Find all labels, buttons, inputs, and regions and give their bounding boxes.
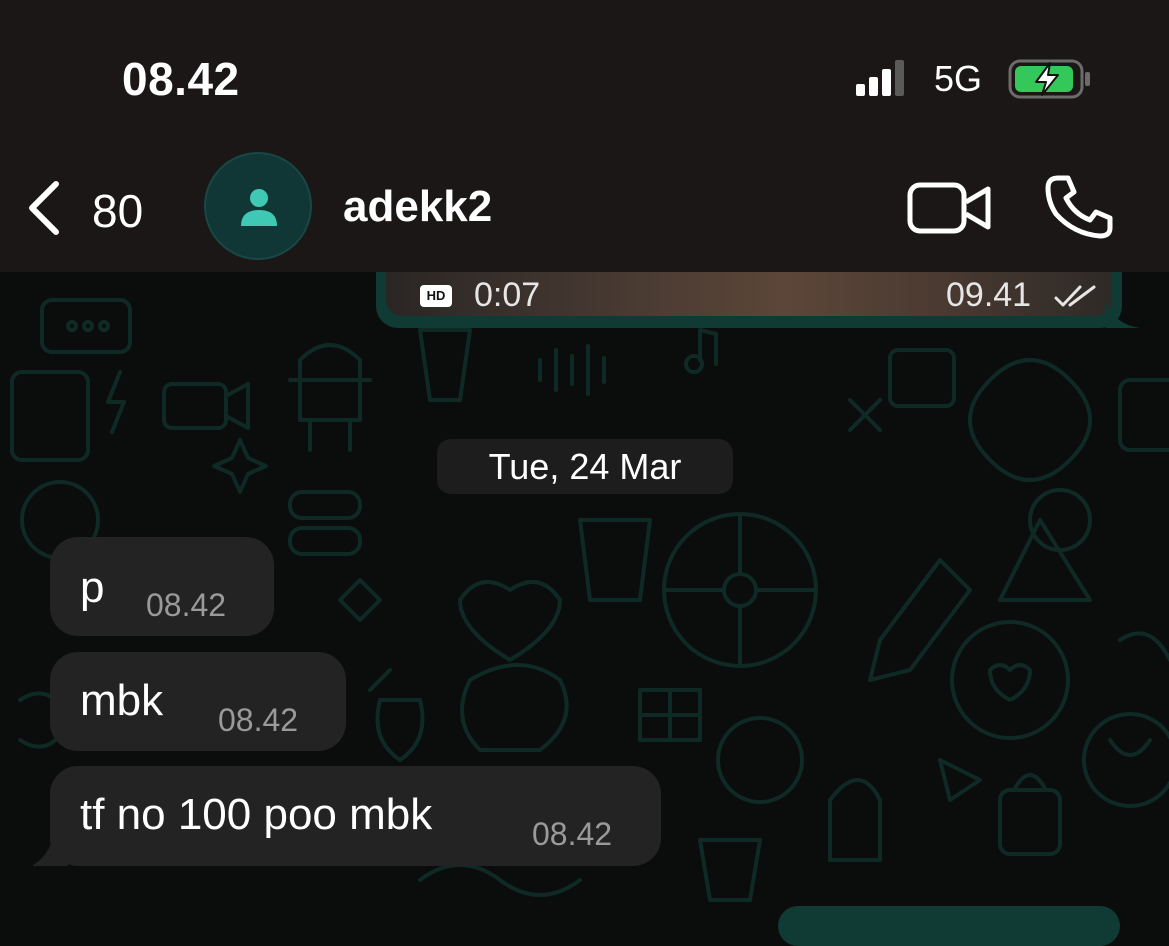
message-timestamp: 08.42 [218, 702, 299, 738]
chevron-left-icon [29, 181, 59, 235]
signal-icon [856, 60, 904, 96]
bubble-tail [1106, 302, 1140, 328]
message-text: mbk [80, 676, 164, 725]
message-timestamp: 08.42 [532, 816, 613, 852]
network-label: 5G [934, 58, 983, 99]
hd-badge: HD [420, 285, 452, 307]
video-duration: 0:07 [474, 276, 541, 314]
message-text: tf no 100 poo mbk [80, 790, 433, 839]
back-button[interactable]: 80 [22, 176, 172, 240]
avatar[interactable] [204, 152, 312, 260]
status-time: 08.42 [122, 53, 240, 105]
person-icon [241, 189, 277, 226]
contact-name[interactable]: adekk2 [343, 182, 492, 232]
unread-count: 80 [92, 185, 144, 237]
chat-header: 80 adekk2 [0, 150, 1169, 272]
message-bubble[interactable]: p 08.42 [50, 537, 274, 636]
message-bubble[interactable]: tf no 100 poo mbk 08.42 [50, 766, 661, 866]
status-bar: 08.42 5G [0, 0, 1169, 150]
message-timestamp: 08.42 [146, 587, 227, 623]
message-bubble[interactable]: mbk 08.42 [50, 652, 346, 751]
message-text: p [80, 563, 105, 612]
bubble-tail [32, 826, 68, 866]
message-timestamp: 09.41 [946, 276, 1032, 314]
battery-charging-icon [1008, 59, 1090, 99]
double-check-icon [1054, 285, 1096, 307]
outgoing-message-bubble[interactable] [778, 906, 1120, 946]
video-call-icon[interactable] [906, 180, 992, 236]
phone-icon[interactable] [1044, 174, 1114, 240]
date-separator: Tue, 24 Mar [437, 439, 733, 494]
